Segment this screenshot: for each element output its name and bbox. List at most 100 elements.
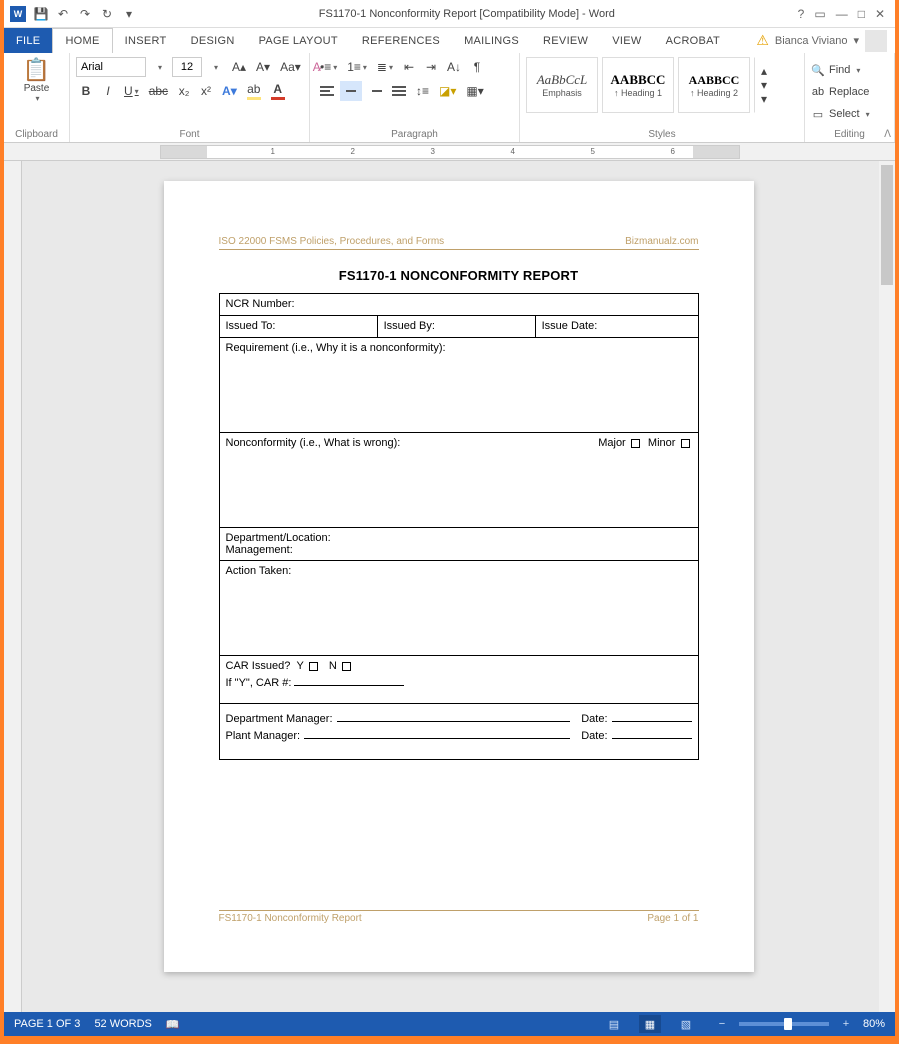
group-paragraph: •≡▾ 1≡▾ ≣▾ ⇤ ⇥ A↓ ¶ ↕≡ ◪▾ ▦▾ — [310, 53, 520, 142]
italic-button[interactable]: I — [98, 81, 118, 101]
cell-requirement[interactable]: Requirement (i.e., Why it is a nonconfor… — [219, 338, 698, 433]
checkbox-major[interactable] — [631, 439, 640, 448]
undo-icon[interactable]: ↶ — [56, 7, 70, 21]
shading-icon[interactable]: ◪▾ — [435, 81, 460, 101]
user-account[interactable]: ⚠ Bianca Viviano ▾ — [756, 28, 895, 53]
tab-mailings[interactable]: MAILINGS — [452, 28, 531, 53]
cell-nonconformity[interactable]: Nonconformity (i.e., What is wrong): Maj… — [219, 433, 698, 528]
align-right-icon[interactable] — [364, 81, 386, 101]
save-icon[interactable]: 💾 — [34, 7, 48, 21]
show-marks-icon[interactable]: ¶ — [467, 57, 487, 77]
cell-issued-by[interactable]: Issued By: — [377, 316, 535, 338]
avatar — [865, 30, 887, 52]
zoom-slider[interactable] — [739, 1022, 829, 1026]
cell-issued-to[interactable]: Issued To: — [219, 316, 377, 338]
change-case-icon[interactable]: Aa▾ — [276, 57, 305, 77]
maximize-icon[interactable]: □ — [858, 7, 865, 21]
highlight-icon[interactable]: ab — [243, 81, 265, 101]
find-button[interactable]: 🔍Find▾ — [811, 61, 860, 79]
window-title: FS1170-1 Nonconformity Report [Compatibi… — [136, 8, 798, 20]
status-words[interactable]: 52 WORDS — [94, 1018, 151, 1030]
style-heading-2[interactable]: AABBCC ↑ Heading 2 — [678, 57, 750, 113]
vertical-scrollbar[interactable] — [879, 161, 895, 1012]
font-size-input[interactable] — [172, 57, 202, 77]
multilevel-icon[interactable]: ≣▾ — [373, 57, 397, 77]
minimize-icon[interactable]: — — [836, 7, 848, 21]
group-font: ▾ ▾ A▴ A▾ Aa▾ A̷ B I U▾ abc x₂ x² A▾ ab — [70, 53, 310, 142]
underline-button[interactable]: U▾ — [120, 81, 143, 101]
tab-review[interactable]: REVIEW — [531, 28, 600, 53]
borders-icon[interactable]: ▦▾ — [462, 81, 487, 101]
cell-issue-date[interactable]: Issue Date: — [535, 316, 698, 338]
group-styles: AaBbCcL Emphasis AABBCC ↑ Heading 1 AABB… — [520, 53, 805, 142]
select-button[interactable]: ▭Select▾ — [811, 105, 870, 123]
checkbox-minor[interactable] — [681, 439, 690, 448]
strikethrough-button[interactable]: abc — [145, 81, 172, 101]
zoom-out-icon[interactable]: − — [711, 1015, 733, 1033]
tab-view[interactable]: VIEW — [600, 28, 653, 53]
status-bar: PAGE 1 OF 3 52 WORDS 📖 ▤ ▦ ▧ − + 80% — [4, 1012, 895, 1036]
increase-indent-icon[interactable]: ⇥ — [421, 57, 441, 77]
styles-gallery-more[interactable]: ▴▾▾ — [754, 57, 774, 113]
ribbon-display-icon[interactable]: ▭ — [814, 7, 825, 21]
subscript-button[interactable]: x₂ — [174, 81, 194, 101]
replace-button[interactable]: abReplace — [811, 83, 869, 101]
checkbox-y[interactable] — [309, 662, 318, 671]
help-icon[interactable]: ? — [798, 7, 805, 21]
style-emphasis[interactable]: AaBbCcL Emphasis — [526, 57, 598, 113]
tab-references[interactable]: REFERENCES — [350, 28, 452, 53]
vertical-ruler[interactable] — [4, 161, 22, 1012]
tab-design[interactable]: DESIGN — [179, 28, 247, 53]
group-label-styles: Styles — [526, 127, 798, 140]
horizontal-ruler[interactable]: 1 2 3 4 5 6 — [4, 143, 895, 161]
read-mode-icon[interactable]: ▤ — [603, 1015, 625, 1033]
checkbox-n[interactable] — [342, 662, 351, 671]
bold-button[interactable]: B — [76, 81, 96, 101]
cell-action[interactable]: Action Taken: — [219, 561, 698, 656]
line-spacing-icon[interactable]: ↕≡ — [412, 81, 433, 101]
tab-file[interactable]: FILE — [4, 28, 52, 53]
print-layout-icon[interactable]: ▦ — [639, 1015, 661, 1033]
tab-home[interactable]: HOME — [52, 28, 112, 53]
web-layout-icon[interactable]: ▧ — [675, 1015, 697, 1033]
justify-icon[interactable] — [388, 81, 410, 101]
tab-acrobat[interactable]: ACROBAT — [654, 28, 732, 53]
font-name-dropdown[interactable]: ▾ — [150, 57, 170, 77]
cell-signatures[interactable]: Department Manager: Date: Plant Manager:… — [219, 704, 698, 760]
font-color-icon[interactable]: A — [267, 81, 289, 101]
zoom-level[interactable]: 80% — [863, 1018, 885, 1030]
style-heading-1[interactable]: AABBCC ↑ Heading 1 — [602, 57, 674, 113]
paste-button[interactable]: 📋 Paste ▾ — [19, 57, 54, 103]
grow-font-icon[interactable]: A▴ — [228, 57, 250, 77]
align-left-icon[interactable] — [316, 81, 338, 101]
bullets-icon[interactable]: •≡▾ — [316, 57, 341, 77]
page-footer-right: Page 1 of 1 — [647, 913, 698, 924]
tab-insert[interactable]: INSERT — [113, 28, 179, 53]
qat-more-icon[interactable]: ▾ — [122, 7, 136, 21]
close-icon[interactable]: ✕ — [875, 7, 885, 21]
status-page[interactable]: PAGE 1 OF 3 — [14, 1018, 80, 1030]
superscript-button[interactable]: x² — [196, 81, 216, 101]
tab-page-layout[interactable]: PAGE LAYOUT — [247, 28, 350, 53]
font-size-dropdown[interactable]: ▾ — [206, 57, 226, 77]
proofing-icon[interactable]: 📖 — [166, 1018, 180, 1031]
ribbon-tabs: FILE HOME INSERT DESIGN PAGE LAYOUT REFE… — [4, 28, 895, 53]
sort-icon[interactable]: A↓ — [443, 57, 465, 77]
shrink-font-icon[interactable]: A▾ — [252, 57, 274, 77]
redo-icon[interactable]: ↷ — [78, 7, 92, 21]
text-effects-icon[interactable]: A▾ — [218, 81, 241, 101]
numbering-icon[interactable]: 1≡▾ — [343, 57, 371, 77]
cell-dept-mgmt[interactable]: Department/Location: Management: — [219, 528, 698, 561]
align-center-icon[interactable] — [340, 81, 362, 101]
zoom-in-icon[interactable]: + — [835, 1015, 857, 1033]
font-name-input[interactable] — [76, 57, 146, 77]
cell-car[interactable]: CAR Issued? Y N If "Y", CAR #: — [219, 656, 698, 704]
document-title: FS1170-1 NONCONFORMITY REPORT — [219, 268, 699, 283]
collapse-ribbon-icon[interactable]: ᐱ — [884, 129, 891, 140]
cell-ncr[interactable]: NCR Number: — [219, 294, 698, 316]
decrease-indent-icon[interactable]: ⇤ — [399, 57, 419, 77]
page-header-left: ISO 22000 FSMS Policies, Procedures, and… — [219, 236, 445, 247]
repeat-icon[interactable]: ↻ — [100, 7, 114, 21]
document-canvas[interactable]: ISO 22000 FSMS Policies, Procedures, and… — [22, 161, 895, 1012]
page[interactable]: ISO 22000 FSMS Policies, Procedures, and… — [164, 181, 754, 972]
